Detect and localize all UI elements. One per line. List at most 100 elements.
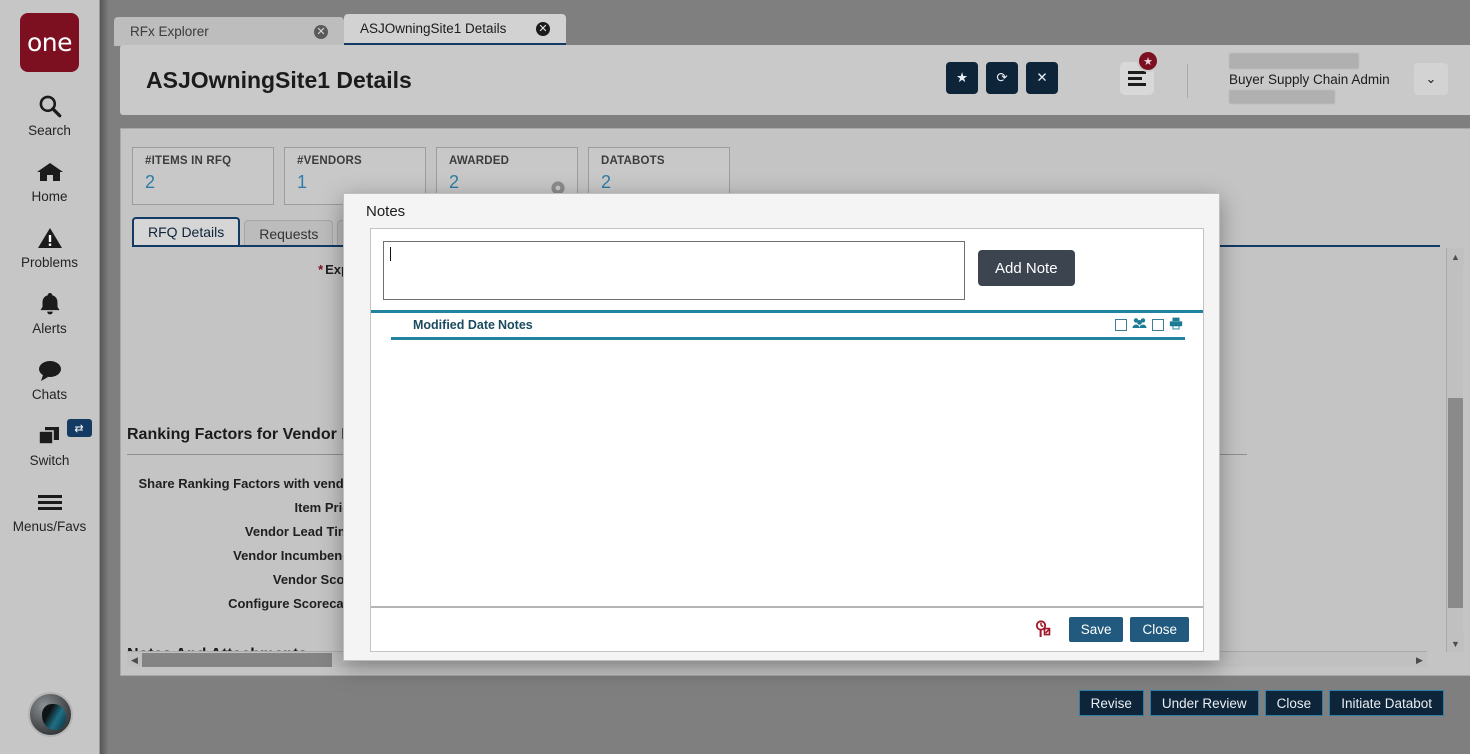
close-icon: ✕ xyxy=(1036,70,1048,85)
sidebar-item-label: Problems xyxy=(20,255,79,270)
sidebar-item-problems[interactable]: Problems xyxy=(0,223,100,270)
left-nav-rail: one Search Home Problems Alerts Chats ⇄ … xyxy=(0,0,100,754)
vendor-lead-time-row: Vendor Lead Time: xyxy=(121,524,361,539)
horizontal-scroll-thumb[interactable] xyxy=(142,653,332,667)
tab-label: ASJOwningSite1 Details xyxy=(360,21,507,36)
sidebar-item-label: Alerts xyxy=(32,321,67,336)
tab-rfq-details[interactable]: RFQ Details xyxy=(132,217,241,247)
share-notes-checkbox[interactable] xyxy=(1115,318,1127,331)
item-price-row: Item Price: xyxy=(121,500,361,515)
close-icon[interactable]: ✕ xyxy=(314,24,328,39)
sidebar-item-switch[interactable]: ⇄ Switch xyxy=(0,419,100,468)
page-header: ASJOwningSite1 Details ★ ⟳ ✕ ★ Buyer Sup… xyxy=(120,45,1470,115)
share-users-icon[interactable] xyxy=(1132,317,1147,332)
sidebar-item-home[interactable]: Home xyxy=(0,157,100,204)
tab-label: RFQ Details xyxy=(148,224,225,240)
tab-rfx-explorer[interactable]: RFx Explorer ✕ xyxy=(114,17,344,46)
add-note-button[interactable]: Add Note xyxy=(978,250,1075,286)
kpi-value: 2 xyxy=(145,172,156,192)
under-review-button[interactable]: Under Review xyxy=(1149,690,1259,716)
hamburger-icon xyxy=(36,487,64,517)
column-modified-date[interactable]: Modified Date xyxy=(413,318,498,332)
favorite-button[interactable]: ★ xyxy=(946,62,978,94)
vendor-score-row: Vendor Score: xyxy=(121,572,361,587)
configure-scorecard-row: Configure Scorecard: xyxy=(121,596,361,611)
tab-label: RFx Explorer xyxy=(130,24,209,39)
sidebar-item-label: Menus/Favs xyxy=(12,519,87,534)
notes-modal-title: Notes xyxy=(344,194,1219,228)
vendor-incumbency-row: Vendor Incumbency: xyxy=(121,548,361,563)
notes-grid-tools xyxy=(1115,317,1183,332)
sidebar-item-chats[interactable]: Chats xyxy=(0,355,100,402)
home-icon xyxy=(36,157,64,187)
close-page-button[interactable]: ✕ xyxy=(1026,62,1058,94)
configure-scorecard-label: Configure Scorecard: xyxy=(228,596,361,611)
close-icon[interactable]: ✕ xyxy=(536,21,550,36)
tab-label: Requests xyxy=(259,226,319,242)
user-role-label: Buyer Supply Chain Admin xyxy=(1229,72,1390,87)
clock-edit-icon[interactable] xyxy=(1034,620,1054,639)
initiate-databot-button[interactable]: Initiate Databot xyxy=(1329,690,1444,716)
user-avatar[interactable] xyxy=(28,692,73,737)
print-icon[interactable] xyxy=(1169,317,1183,332)
form-vertical-scrollbar[interactable]: ▲ ▼ xyxy=(1446,248,1464,652)
one-network-logo[interactable]: one xyxy=(20,13,79,72)
scroll-right-icon[interactable]: ▶ xyxy=(1412,652,1427,668)
switch-badge-icon[interactable]: ⇄ xyxy=(66,419,92,437)
sidebar-item-label: Search xyxy=(28,123,71,138)
revise-button[interactable]: Revise xyxy=(1078,690,1144,716)
chat-bubble-icon xyxy=(36,355,64,385)
kpi-value: 2 xyxy=(601,172,612,192)
redacted-user-name xyxy=(1229,53,1359,69)
kpi-value: 1 xyxy=(297,172,308,192)
bell-icon xyxy=(38,289,62,319)
scroll-left-icon[interactable]: ◀ xyxy=(127,652,142,668)
refresh-icon: ⟳ xyxy=(996,70,1008,85)
scroll-down-icon[interactable]: ▼ xyxy=(1447,635,1464,652)
redacted-user-org xyxy=(1229,90,1335,104)
document-tab-strip: RFx Explorer ✕ ASJOwningSite1 Details ✕ xyxy=(114,14,1470,46)
sidebar-item-label: Chats xyxy=(31,387,68,402)
notes-modal-footer: Save Close xyxy=(371,606,1203,651)
page-title: ASJOwningSite1 Details xyxy=(146,66,412,93)
header-divider xyxy=(1187,64,1188,98)
favorite-badge-icon: ★ xyxy=(1137,50,1159,72)
sidebar-item-label: Home xyxy=(31,189,68,204)
windows-stack-icon xyxy=(35,421,65,451)
brand-text: one xyxy=(26,28,73,57)
sidebar-item-menus-favs[interactable]: Menus/Favs xyxy=(0,487,100,534)
vendor-incumbency-label: Vendor Incumbency: xyxy=(233,548,361,563)
rail-shadow xyxy=(100,0,108,754)
user-menu-dropdown[interactable]: ⌄ xyxy=(1414,63,1448,95)
sidebar-item-search[interactable]: Search xyxy=(0,91,100,138)
refresh-button[interactable]: ⟳ xyxy=(986,62,1018,94)
kpi-title: DATABOTS xyxy=(601,155,665,167)
vertical-scroll-thumb[interactable] xyxy=(1448,398,1463,608)
note-textarea[interactable] xyxy=(383,241,965,300)
kpi-title: #ITEMS IN RFQ xyxy=(145,155,232,167)
share-ranking-row: Share Ranking Factors with vendor: xyxy=(121,476,362,491)
sidebar-item-alerts[interactable]: Alerts xyxy=(0,289,100,336)
chevron-down-icon: ⌄ xyxy=(1425,71,1437,86)
tab-requests[interactable]: Requests xyxy=(244,220,334,247)
close-modal-button[interactable]: Close xyxy=(1130,617,1189,642)
kpi-title: #VENDORS xyxy=(297,155,362,167)
notes-grid-header: Modified Date Notes xyxy=(371,313,1203,337)
notes-modal: Notes Add Note Modified Date Notes Save … xyxy=(343,193,1220,661)
print-notes-checkbox[interactable] xyxy=(1152,318,1164,331)
column-notes[interactable]: Notes xyxy=(498,318,533,332)
share-ranking-label: Share Ranking Factors with vendor: xyxy=(138,476,362,491)
search-icon xyxy=(37,91,63,121)
scroll-up-icon[interactable]: ▲ xyxy=(1447,248,1464,265)
close-rfq-button[interactable]: Close xyxy=(1264,690,1324,716)
page-action-bar: Revise Under Review Close Initiate Datab… xyxy=(1078,690,1444,716)
star-icon: ★ xyxy=(956,70,968,85)
save-button[interactable]: Save xyxy=(1068,617,1124,642)
notes-grid-body[interactable] xyxy=(371,340,1203,608)
notes-modal-panel: Add Note Modified Date Notes Save Close xyxy=(370,228,1204,652)
user-info-block: Buyer Supply Chain Admin xyxy=(1225,53,1425,104)
header-action-group: ★ ⟳ ✕ xyxy=(946,62,1058,94)
tab-asjowningsite1-details[interactable]: ASJOwningSite1 Details ✕ xyxy=(344,14,566,46)
kpi-items-in-rfq[interactable]: #ITEMS IN RFQ 2 xyxy=(132,147,274,205)
note-entry-area: Add Note xyxy=(371,229,1203,310)
